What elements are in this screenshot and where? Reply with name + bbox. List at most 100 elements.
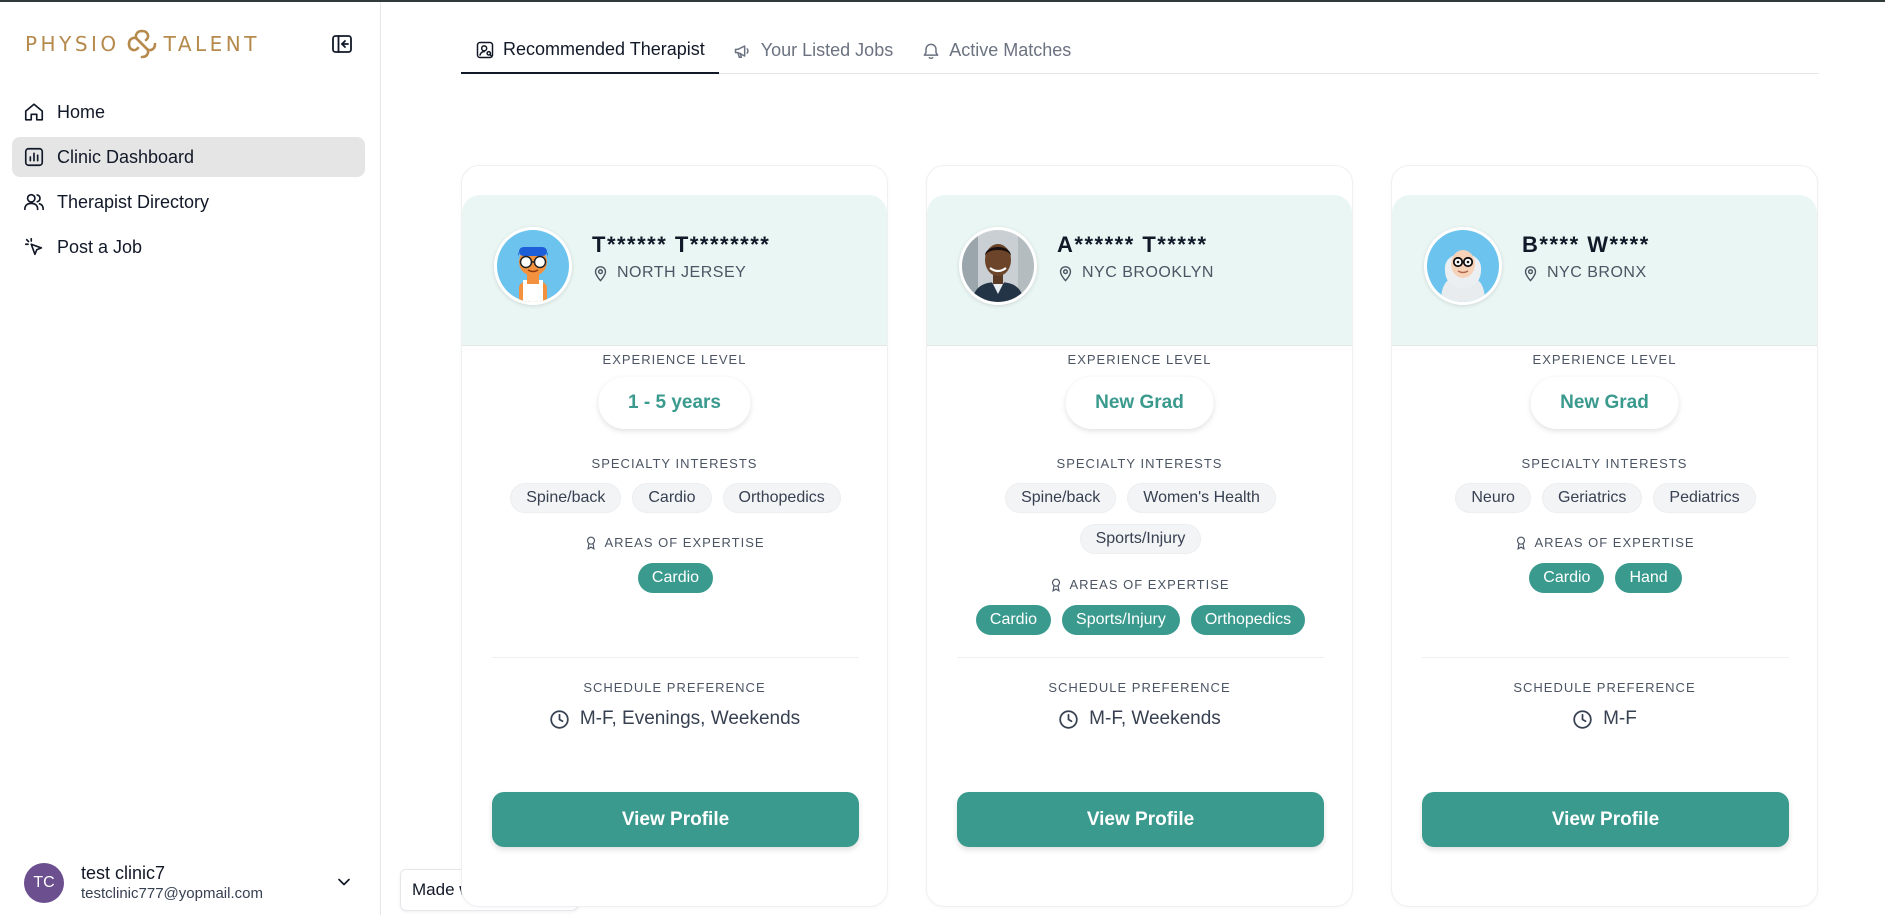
- specialty-chip: Sports/Injury: [1079, 524, 1202, 554]
- sidebar-item-label: Home: [57, 101, 106, 122]
- location-text: NYC BRONX: [1547, 264, 1647, 281]
- tab-recommended-therapist[interactable]: Recommended Therapist: [461, 27, 719, 74]
- users-icon: [24, 193, 44, 211]
- experience-badge: New Grad: [1530, 377, 1679, 429]
- card-divider: [1422, 657, 1789, 658]
- award-icon: [587, 536, 596, 550]
- expertise-chip: Hand: [1615, 563, 1682, 593]
- view-profile-button[interactable]: View Profile: [957, 792, 1324, 847]
- specialty-label: SPECIALTY INTERESTS: [1521, 456, 1688, 471]
- schedule-label: SCHEDULE PREFERENCE: [583, 680, 766, 695]
- card-divider: [957, 657, 1324, 658]
- sidebar-item-label: Therapist Directory: [57, 191, 210, 212]
- map-pin-icon: [1524, 265, 1537, 282]
- specialty-chip: Neuro: [1455, 483, 1531, 513]
- expertise-chips: Cardio Sports/Injury Orthopedics: [947, 605, 1334, 635]
- sidebar-item-label: Post a Job: [57, 236, 143, 257]
- specialty-chip: Pediatrics: [1653, 483, 1756, 513]
- location-text: NORTH JERSEY: [617, 264, 747, 281]
- experience-label: EXPERIENCE LEVEL: [1067, 352, 1212, 367]
- schedule-preference: M-F: [1392, 708, 1817, 730]
- schedule-label: SCHEDULE PREFERENCE: [1513, 680, 1696, 695]
- specialty-label: SPECIALTY INTERESTS: [591, 456, 758, 471]
- schedule-label: SCHEDULE PREFERENCE: [1048, 680, 1231, 695]
- expertise-chip: Cardio: [1529, 563, 1605, 593]
- schedule-text: M-F, Weekends: [1089, 708, 1221, 729]
- sidebar-item-clinic-dashboard[interactable]: Clinic Dashboard: [12, 137, 365, 177]
- therapist-name: A****** T*****: [1057, 232, 1208, 257]
- therapist-location: NYC BROOKLYN: [1057, 264, 1214, 282]
- sidebar-item-post-a-job[interactable]: Post a Job: [12, 227, 365, 267]
- experience-label: EXPERIENCE LEVEL: [602, 352, 747, 367]
- therapist-card: B**** W**** NYC BRONX EXPERIENCE LEVEL N…: [1391, 165, 1818, 907]
- home-icon: [24, 103, 44, 121]
- experience-label: EXPERIENCE LEVEL: [1532, 352, 1677, 367]
- therapist-name: B**** W****: [1522, 232, 1650, 257]
- therapist-avatar: [959, 227, 1037, 305]
- view-profile-button[interactable]: View Profile: [1422, 792, 1789, 847]
- specialty-label: SPECIALTY INTERESTS: [1056, 456, 1223, 471]
- therapist-name: T****** T********: [592, 232, 771, 257]
- award-icon: [1517, 536, 1526, 550]
- sidebar-collapse-icon[interactable]: [330, 32, 354, 56]
- schedule-text: M-F: [1603, 708, 1637, 729]
- specialty-chip: Spine/back: [510, 483, 622, 513]
- user-name: test clinic7: [81, 863, 166, 883]
- specialty-chips: Neuro Geriatrics Pediatrics: [1412, 483, 1799, 513]
- user-search-icon: [476, 41, 494, 58]
- expertise-chip: Cardio: [975, 605, 1052, 635]
- tab-your-listed-jobs[interactable]: Your Listed Jobs: [719, 27, 907, 74]
- logo[interactable]: PHYSIO TALENT: [25, 28, 260, 60]
- schedule-preference: M-F, Evenings, Weekends: [462, 708, 887, 730]
- location-text: NYC BROOKLYN: [1082, 264, 1214, 281]
- expertise-label-text: AREAS OF EXPERTISE: [1069, 577, 1230, 592]
- therapist-avatar: [1424, 227, 1502, 305]
- sidebar-item-label: Clinic Dashboard: [57, 146, 195, 167]
- experience-badge: New Grad: [1065, 377, 1214, 429]
- expertise-label: AREAS OF EXPERTISE: [927, 577, 1352, 592]
- therapist-card: T****** T******** NORTH JERSEY EXPERIENC…: [461, 165, 888, 907]
- schedule-preference: M-F, Weekends: [927, 708, 1352, 730]
- view-profile-button[interactable]: View Profile: [492, 792, 859, 847]
- expertise-chip: Sports/Injury: [1062, 605, 1180, 635]
- tab-active-matches[interactable]: Active Matches: [907, 27, 1085, 74]
- card-header: T****** T******** NORTH JERSEY: [462, 195, 887, 346]
- megaphone-icon: [734, 44, 749, 58]
- specialty-chips: Spine/back Cardio Orthopedics: [482, 483, 869, 513]
- expertise-chip: Cardio: [637, 563, 714, 593]
- bar-chart-icon: [24, 147, 44, 167]
- experience-badge: 1 - 5 years: [598, 377, 751, 429]
- user-menu[interactable]: TC test clinic7 testclinic777@yopmail.co…: [24, 860, 364, 906]
- specialty-chips: Spine/back Women's Health Sports/Injury: [947, 483, 1334, 554]
- clock-icon: [1573, 709, 1592, 729]
- expertise-label-text: AREAS OF EXPERTISE: [604, 535, 765, 550]
- sidebar-item-therapist-directory[interactable]: Therapist Directory: [12, 182, 365, 222]
- sidebar-item-home[interactable]: Home: [12, 92, 365, 132]
- card-divider: [492, 657, 859, 658]
- logo-text-left: PHYSIO: [25, 32, 120, 56]
- expertise-label: AREAS OF EXPERTISE: [462, 535, 887, 550]
- clock-icon: [1059, 709, 1078, 729]
- therapist-location: NYC BRONX: [1522, 264, 1647, 282]
- expertise-label: AREAS OF EXPERTISE: [1392, 535, 1817, 550]
- therapist-avatar: [494, 227, 572, 305]
- chevron-down-icon[interactable]: [334, 872, 354, 892]
- user-info: test clinic7 testclinic777@yopmail.com: [81, 862, 263, 904]
- sidebar-nav: Home Clinic Dashboard Therapist Director…: [12, 92, 365, 272]
- expertise-chips: Cardio Hand: [1412, 563, 1799, 593]
- expertise-label-text: AREAS OF EXPERTISE: [1534, 535, 1695, 550]
- therapist-card: A****** T***** NYC BROOKLYN EXPERIENCE L…: [926, 165, 1353, 907]
- tab-label: Recommended Therapist: [503, 39, 705, 59]
- specialty-chip: Spine/back: [1005, 483, 1117, 513]
- map-pin-icon: [1059, 265, 1072, 282]
- tab-bar: Recommended Therapist Your Listed Jobs A…: [461, 27, 1819, 74]
- cursor-click-icon: [24, 237, 43, 256]
- specialty-chip: Geriatrics: [1541, 483, 1643, 513]
- expertise-chip: Orthopedics: [1190, 605, 1306, 635]
- clock-icon: [550, 709, 569, 729]
- schedule-text: M-F, Evenings, Weekends: [579, 708, 801, 729]
- logo-knot-icon: [127, 29, 156, 59]
- avatar: TC: [24, 863, 64, 903]
- tab-label: Active Matches: [949, 40, 1072, 60]
- card-header: B**** W**** NYC BRONX: [1392, 195, 1817, 346]
